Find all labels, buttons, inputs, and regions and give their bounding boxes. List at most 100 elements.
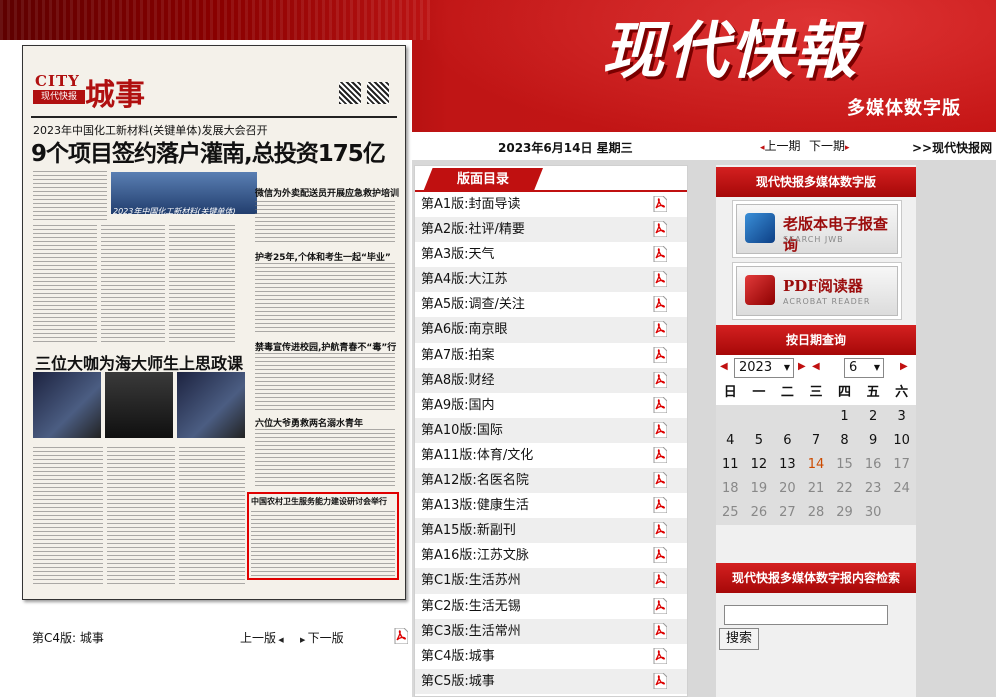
pdf-icon[interactable] <box>653 246 667 263</box>
section-item[interactable]: 第A4版:大江苏 <box>415 267 687 293</box>
section-item[interactable]: 第C3版:生活常州 <box>415 618 687 644</box>
pdf-icon[interactable] <box>653 572 667 589</box>
section-item[interactable]: 第A5版:调查/关注 <box>415 292 687 317</box>
pdf-icon[interactable] <box>653 597 667 614</box>
calendar-empty-cell <box>887 501 916 525</box>
next-month-icon[interactable]: ▶ <box>900 361 908 372</box>
pdf-icon[interactable] <box>653 446 667 463</box>
pdf-icon <box>394 628 408 644</box>
section-item[interactable]: 第C4版:城事 <box>415 644 687 669</box>
calendar-day[interactable]: 6 <box>773 429 802 453</box>
section-item[interactable]: 第C1版:生活苏州 <box>415 568 687 594</box>
pdf-icon[interactable] <box>653 497 667 514</box>
calendar-day[interactable]: 10 <box>887 429 916 453</box>
pdf-icon[interactable] <box>653 271 667 288</box>
section-item[interactable]: 第A11版:体育/文化 <box>415 443 687 468</box>
qr-code-icon <box>339 82 361 104</box>
search-input[interactable] <box>724 605 888 625</box>
calendar-days: 1 2 3 4 5 6 7 8 9 10 11 12 13 14 15 16 17 18 19 20 21 22 23 24 2… <box>716 405 916 525</box>
pdf-reader-banner[interactable]: PDF阅读器 ACROBAT READER <box>732 262 902 320</box>
calendar-day[interactable]: 3 <box>887 405 916 429</box>
year-select[interactable]: 2023 ▼ <box>734 358 794 378</box>
pdf-icon[interactable] <box>653 647 667 664</box>
prev-year-icon[interactable]: ◀ <box>720 361 728 372</box>
speaker-photo <box>105 372 173 438</box>
prev-issue-link[interactable]: ◂上一期 <box>760 137 801 154</box>
next-year-icon[interactable]: ▶ <box>798 361 806 372</box>
old-edition-search-banner[interactable]: 老版本电子报查询 SEARCH JWB <box>732 200 902 258</box>
newspaper-page-image[interactable]: CITY 现代快报 城事 2023年中国化工新材料(关键单体)发展大会召开 9个… <box>22 45 406 600</box>
section-item[interactable]: 第A15版:新副刊 <box>415 518 687 544</box>
pdf-icon[interactable] <box>653 672 667 689</box>
calendar-day[interactable]: 14 <box>802 453 831 477</box>
section-item[interactable]: 第C5版:城事 <box>415 668 687 694</box>
brand-logo[interactable]: 现代快報 <box>602 12 882 94</box>
pdf-icon[interactable] <box>653 421 667 438</box>
section-item[interactable]: 第A3版:天气 <box>415 242 687 267</box>
pdf-icon[interactable] <box>653 472 667 489</box>
calendar-day[interactable]: 9 <box>859 429 888 453</box>
search-button[interactable]: 搜索 <box>719 628 759 650</box>
weekday-label: 四 <box>830 381 859 405</box>
section-item[interactable]: 第A16版:江苏文脉 <box>415 543 687 568</box>
pdf-icon[interactable] <box>653 221 667 238</box>
calendar-day[interactable]: 4 <box>716 429 745 453</box>
calendar-week-row: 18 19 20 21 22 23 24 <box>716 477 916 501</box>
section-item[interactable]: 第A7版:拍案 <box>415 343 687 368</box>
section-item[interactable]: 第A13版:健康生活 <box>415 493 687 518</box>
section-item[interactable]: 第A6版:南京眼 <box>415 317 687 343</box>
pdf-icon[interactable] <box>653 547 667 564</box>
site-home-link[interactable]: >>现代快报网 <box>912 139 992 156</box>
calendar-week-row: 4 5 6 7 8 9 10 <box>716 429 916 453</box>
pdf-icon[interactable] <box>653 622 667 639</box>
month-select[interactable]: 6 ▼ <box>844 358 884 378</box>
calendar-day: 19 <box>750 481 768 496</box>
section-item-label: 第C1版:生活苏州 <box>421 573 521 589</box>
pdf-icon[interactable] <box>653 522 667 539</box>
section-item-label: 第A3版:天气 <box>421 247 495 263</box>
next-issue-link[interactable]: 下一期▸ <box>809 137 850 154</box>
calendar-day[interactable]: 8 <box>830 429 859 453</box>
calendar-day[interactable]: 12 <box>745 453 774 477</box>
section-item[interactable]: 第A9版:国内 <box>415 393 687 418</box>
calendar-week-row: 123 <box>716 405 916 429</box>
article-text <box>33 168 107 220</box>
calendar-week-row: 11 12 13 14 15 16 17 <box>716 453 916 477</box>
calendar-day: 18 <box>722 481 739 496</box>
weekday-label: 六 <box>887 381 916 405</box>
pdf-icon[interactable] <box>653 396 667 413</box>
section-item[interactable]: 第A12版:名医名院 <box>415 468 687 494</box>
section-item[interactable]: 第A8版:财经 <box>415 367 687 393</box>
pdf-icon[interactable] <box>653 321 667 338</box>
next-issue-label: 下一期 <box>809 139 846 153</box>
pdf-icon[interactable] <box>653 296 667 313</box>
qr-code-icon <box>367 82 389 104</box>
section-directory-title: 版面目录 <box>423 168 543 192</box>
calendar-empty-cell <box>802 405 831 429</box>
next-page-link[interactable]: ▶ 下一版 <box>300 629 344 646</box>
page-pdf-link[interactable] <box>394 628 408 647</box>
article-text <box>255 428 395 486</box>
section-item-label: 第A4版:大江苏 <box>421 272 508 288</box>
main-headline: 9个项目签约落户灌南,总投资175亿 <box>31 141 386 167</box>
prev-page-link[interactable]: 上一版 ◀ <box>240 629 284 646</box>
section-item-label: 第A1版:封面导读 <box>421 197 521 212</box>
calendar-day[interactable]: 11 <box>716 453 745 477</box>
calendar-empty-cell <box>773 405 802 429</box>
calendar-day[interactable]: 1 <box>830 405 859 429</box>
calendar-day[interactable]: 5 <box>745 429 774 453</box>
section-item[interactable]: 第A1版:封面导读 <box>415 192 687 217</box>
section-item[interactable]: 第C2版:生活无锡 <box>415 594 687 619</box>
pdf-icon[interactable] <box>653 346 667 363</box>
pdf-icon[interactable] <box>653 196 667 212</box>
calendar-day[interactable]: 2 <box>859 405 888 429</box>
pdf-icon[interactable] <box>653 371 667 388</box>
current-section-label: 第C4版: 城事 <box>32 631 104 645</box>
calendar-day: 20 <box>779 481 796 496</box>
prev-month-icon[interactable]: ◀ <box>812 361 820 372</box>
calendar-day[interactable]: 7 <box>802 429 831 453</box>
calendar-day[interactable]: 13 <box>773 453 802 477</box>
section-item-label: 第C3版:生活常州 <box>421 623 521 639</box>
section-item[interactable]: 第A10版:国际 <box>415 417 687 443</box>
section-item[interactable]: 第A2版:社评/精要 <box>415 217 687 243</box>
